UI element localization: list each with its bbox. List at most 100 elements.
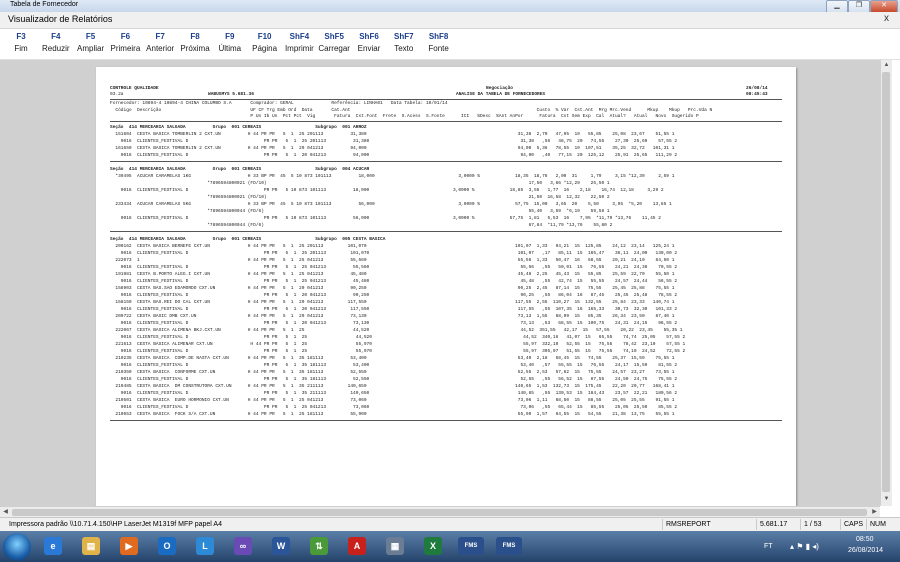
toolbar-button-carregar[interactable]: ShF5 Carregar [315,32,353,53]
vertical-scrollbar[interactable]: ▲ ▼ [880,60,892,506]
table-row: 9016 CLIENTES_FESTIVAL D PR PR 5 1 35 18… [110,377,678,382]
toolbar-button-pagina[interactable]: F10 Página [246,32,284,53]
taskbar-fms-2-button[interactable]: FMS [492,534,526,558]
scroll-up-icon[interactable]: ▲ [881,60,892,71]
toolbar-label: Anterior [146,44,175,53]
table-row: 9016 CLIENTES_FESTIVAL D PR PR 5 1 25 44… [110,335,686,340]
clock-date[interactable]: 26/08/2014 [848,547,883,554]
document-viewport[interactable]: CONTROLE QUALIDADE 03.2a WABUSMYS 5.681.… [0,60,880,506]
table-row: 221613 CESTA BASICA ALIMENAR CXT.UN H 44… [110,342,686,347]
section-header: Seção 414 MERCEARIA SALGADA Grupo 001 CE… [110,167,370,172]
table-row: 158150 CESTA BAS.REI DO CAL CXT.UN H 44 … [110,300,675,305]
window-title: Tabela de Fornecedor [10,1,79,8]
status-version: 5.681.17 [756,519,800,530]
clock-time[interactable]: 08:50 [856,536,874,543]
close-viewer-button[interactable]: x [884,13,889,24]
taskbar-connector-button[interactable]: ∞ [226,534,260,558]
table-row: 9016 CLIENTES_FESTIVAL D PR PR 5 1 25 04… [110,265,678,270]
acrobat-icon: A [348,537,366,555]
table-row: 9016 CLIENTES_FESTIVAL D PR PR 5 1 25 04… [110,279,678,284]
section-header: Seção 414 MERCEARIA SALGADA Grupo 001 CE… [110,237,386,242]
status-report-id: RMSREPORT [662,519,756,530]
taskbar-lync-button[interactable]: L [188,534,222,558]
toolbar-button-anterior[interactable]: F7 Anterior [141,32,179,53]
table-row: 210485 CESTA BASICA DM CONSTRUTORA CXT.U… [110,384,675,389]
toolbar-label: Ampliar [77,44,105,53]
taskbar-outlook-button[interactable]: O [150,534,184,558]
media-player-icon: ▶ [120,537,138,555]
app-title: Visualizador de Relatórios [8,14,113,24]
toolbar-button-reduzir[interactable]: F4 Reduzir [37,32,75,53]
report-section-title: Negociação [486,86,514,91]
table-row: 222073 1 H 44 PR PR 5 1 25 041213 55,560… [110,258,675,263]
taskbar-internet-explorer-button[interactable]: e [36,534,70,558]
status-bar: Impressora padrão \\10.71.4.150\HP Laser… [0,517,900,532]
toolbar-button-texto[interactable]: ShF7 Texto [385,32,423,53]
toolbar-button-proxima[interactable]: F8 Próxima [176,32,214,53]
taskbar-word-button[interactable]: W [264,534,298,558]
toolbar-button-enviar[interactable]: ShF6 Enviar [350,32,388,53]
report-version: WABUSMYS 5.681.36 [208,92,254,97]
connector-icon: ∞ [234,537,252,555]
taskbar-apps: e ▤ ▶ O L ∞ W ⇅ A ▦ X FMS FMS [0,531,760,562]
taskbar-acrobat-button[interactable]: A [340,534,374,558]
horizontal-scroll-thumb[interactable] [12,509,867,516]
table-row: 200162 CESTA BASICA BERNEFE CXT.UN H 44 … [110,244,675,249]
toolbar-button-fim[interactable]: F3 Fim [2,32,40,53]
vertical-scroll-thumb[interactable] [882,72,890,492]
report-time: 08:45:43 [746,92,768,97]
taskbar-media-player-button[interactable]: ▶ [112,534,146,558]
table-row: 191981 CESTA B.PORTO ALEG.I CXT.UN H 44 … [110,272,675,277]
column-header-2: P Un Ib Un Pct Pct Vig Fatura Cst.Font F… [110,114,699,119]
table-row: 9016 CLIENTES_FESTIVAL D PR PR 5 1 25 20… [110,139,678,144]
taskbar-ftp-client-button[interactable]: ⇅ [302,534,336,558]
toolbar-label: Reduzir [42,44,70,53]
taskbar-fms-button[interactable]: FMS [454,534,488,558]
scroll-down-icon[interactable]: ▼ [881,494,892,505]
status-page: 1 / 53 [800,519,838,530]
toolbar-key: ShF5 [324,32,344,41]
report-title: ANALISE DA TABELA DE FORNECEDORES [456,92,546,97]
file-explorer-icon: ▤ [82,537,100,555]
table-row: 9016 CLIENTES_FESTIVAL D PR PR 5 10 873 … [110,188,664,193]
toolbar-button-ultima[interactable]: F9 Última [211,32,249,53]
toolbar-label: Imprimir [284,44,314,53]
toolbar-key: ShF6 [359,32,379,41]
toolbar-button-primeira[interactable]: F6 Primeira [106,32,144,53]
table-row: *7896594800044 (FD/6) 55,40 3,59 *6,19 5… [110,209,610,214]
toolbar-key: F3 [16,32,26,41]
report-code: 03.2a [110,92,124,97]
table-row: 209722 CESTA BASIC DMB CXT.UN H 44 PR PR… [110,314,675,319]
toolbar-button-fonte[interactable]: ShF8 Fonte [420,32,458,53]
table-row: *7896594800021 (FD/10) 21,50 16,58 12,32… [110,195,610,200]
toolbar-label: Próxima [180,44,210,53]
taskbar-file-explorer-button[interactable]: ▤ [74,534,108,558]
status-num: NUM [866,519,898,530]
table-row: 210653 CESTA BASICA FOCK S/A CXT.UN H 44… [110,412,675,417]
calculator-icon: ▦ [386,537,404,555]
section-divider [110,161,782,162]
table-row: 9016 CLIENTES_FESTIVAL D PR PR 5 1 25 55… [110,349,686,354]
toolbar-key: F4 [51,32,61,41]
taskbar-calculator-button[interactable]: ▦ [378,534,412,558]
report-date: 26/08/14 [746,86,768,91]
toolbar-button-imprimir[interactable]: ShF4 Imprimir [280,32,318,53]
excel-icon: X [424,537,442,555]
taskbar: e ▤ ▶ O L ∞ W ⇅ A ▦ X FMS FMS FT ▴ ⚑ ▮ ◂) 08:50 26/0… [0,531,900,562]
table-row: 9016 CLIENTES_FESTIVAL D PR PR 5 1 35 18… [110,363,678,368]
table-row: 222067 CESTA BASICA ALIMENA BKJ.CXT.UN H… [110,328,683,333]
toolbar-key: ShF4 [289,32,310,41]
taskbar-excel-button[interactable]: X [416,534,450,558]
toolbar-button-ampliar[interactable]: F5 Ampliar [72,32,110,53]
divider [110,121,782,122]
toolbar-key: F8 [190,32,200,41]
table-row: *7896594800044 (FD/6) 67,84 *11,79 *13,7… [110,223,613,228]
table-row: 9016 CLIENTES_FESTIVAL D PR PR 5 1 35 21… [110,391,678,396]
table-row: 151604 CESTA BASICA TOMBERLIN 2 CXT.UN H… [110,132,675,137]
language-indicator[interactable]: FT [764,543,773,550]
tray-icons[interactable]: ▴ ⚑ ▮ ◂) [790,542,819,551]
ftp-client-icon: ⇅ [310,537,328,555]
section-header: Seção 414 MERCEARIA SALGADA Grupo 001 CE… [110,125,367,130]
column-header-1: Código Descrição UF CF Trg Emb Ord Data … [110,108,713,113]
section-divider [110,420,782,421]
